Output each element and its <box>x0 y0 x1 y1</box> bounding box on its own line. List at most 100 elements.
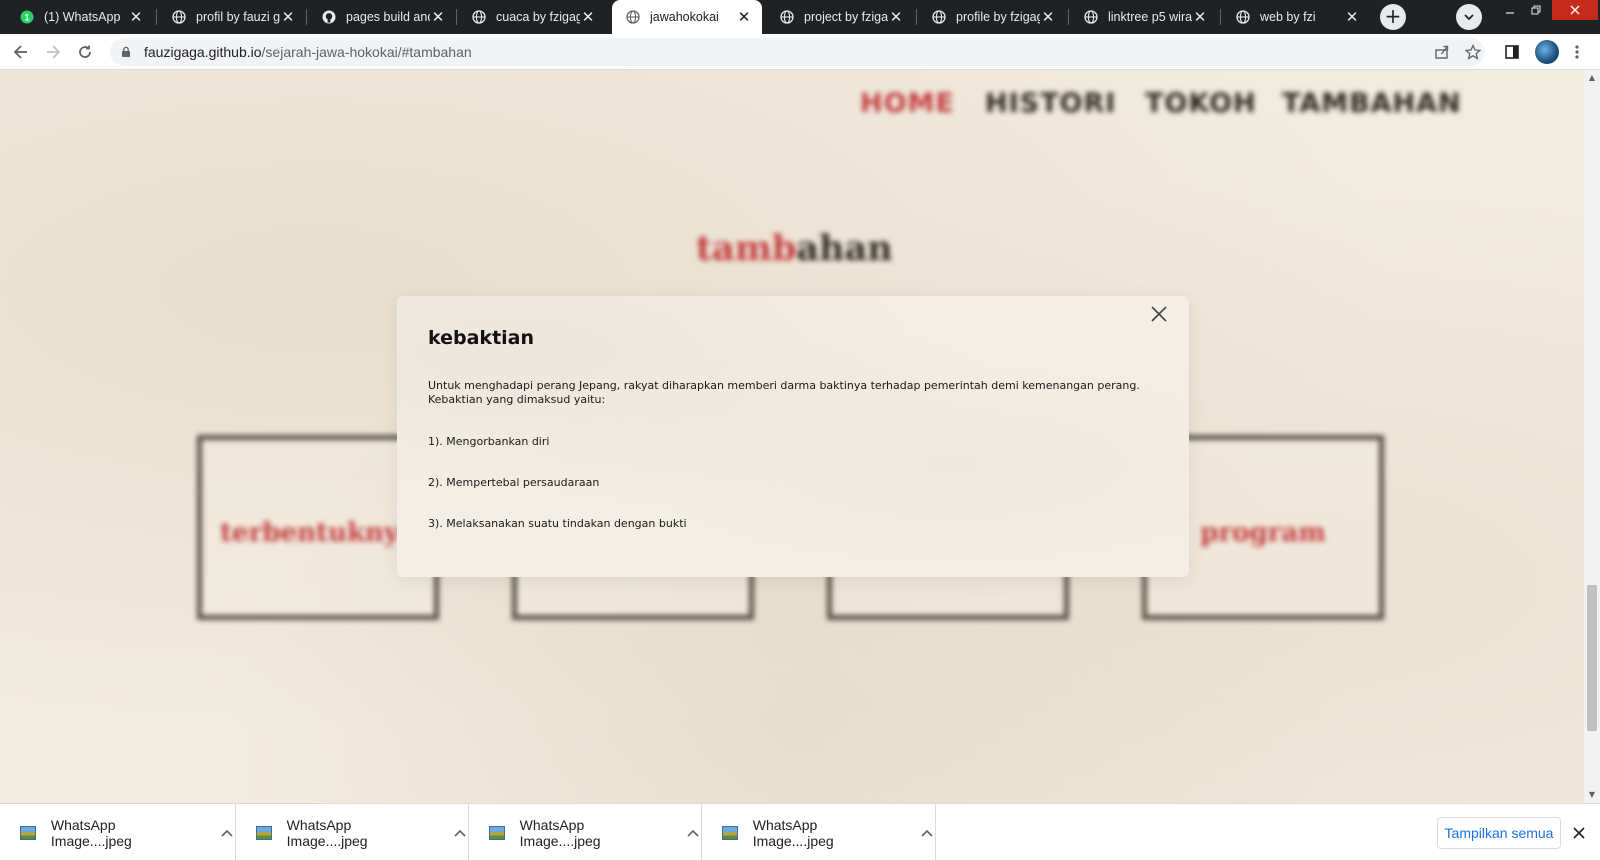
tab-close-icon[interactable]: ✕ <box>1040 9 1056 26</box>
close-icon <box>1573 827 1585 839</box>
globe-icon <box>1236 10 1250 24</box>
new-tab-button[interactable]: + <box>1380 4 1406 30</box>
tab-project[interactable]: project by fziga ✕ <box>766 0 914 34</box>
globe-icon <box>172 10 186 24</box>
minimize-button[interactable] <box>1497 0 1523 20</box>
reload-button[interactable] <box>74 41 96 63</box>
modal-description: Untuk menghadapi perang Jepang, rakyat d… <box>428 379 1140 406</box>
image-file-icon <box>722 825 738 840</box>
window-close-button[interactable] <box>1552 0 1598 20</box>
show-all-downloads-button[interactable]: Tampilkan semua <box>1437 817 1561 849</box>
modal-close-button[interactable] <box>1147 302 1171 326</box>
tab-pages-build[interactable]: pages build and ✕ <box>308 0 456 34</box>
nav-tokoh[interactable]: TOKOH <box>1145 88 1257 119</box>
tab-separator <box>306 9 307 25</box>
share-icon <box>1435 45 1449 59</box>
tab-web[interactable]: web by fzi ✕ <box>1222 0 1370 34</box>
scrollbar-thumb[interactable] <box>1587 585 1597 731</box>
profile-avatar[interactable] <box>1535 40 1559 64</box>
side-panel-icon <box>1505 45 1519 59</box>
page-scrollbar[interactable]: ▲ ▼ <box>1584 70 1600 803</box>
tab-whatsapp[interactable]: 1 (1) WhatsApp ✕ <box>6 0 154 34</box>
tab-separator <box>456 9 457 25</box>
browser-tab-strip: 1 (1) WhatsApp ✕ profil by fauzi ga ✕ pa… <box>0 0 1600 34</box>
image-file-icon <box>20 825 36 840</box>
close-download-bar-button[interactable] <box>1569 823 1589 843</box>
arrow-right-icon <box>47 45 61 59</box>
tab-close-icon[interactable]: ✕ <box>1192 9 1208 26</box>
tab-profile[interactable]: profile by fzigag ✕ <box>918 0 1066 34</box>
nav-tambahan[interactable]: TAMBAHAN <box>1282 88 1462 119</box>
tab-close-icon[interactable]: ✕ <box>128 9 144 26</box>
nav-histori[interactable]: HISTORI <box>985 88 1116 119</box>
tab-jawahokokai[interactable]: jawahokokai ✕ <box>612 0 762 34</box>
globe-icon <box>780 10 794 24</box>
globe-icon <box>626 10 640 24</box>
url-host: fauzigaga.github.io <box>144 44 262 60</box>
tab-close-icon[interactable]: ✕ <box>430 9 446 26</box>
more-vert-icon <box>1575 45 1579 59</box>
globe-icon <box>932 10 946 24</box>
forward-button[interactable] <box>42 41 64 63</box>
download-filename: WhatsApp Image....jpeg <box>50 816 132 849</box>
download-filename: WhatsApp Image....jpeg <box>752 816 834 849</box>
close-icon <box>1570 5 1580 15</box>
scroll-down-arrow-icon[interactable]: ▼ <box>1588 791 1596 799</box>
chevron-up-icon[interactable] <box>219 829 235 837</box>
download-item[interactable]: WhatsApp Image....jpeg <box>0 804 236 860</box>
tab-close-icon[interactable]: ✕ <box>580 9 596 26</box>
chevron-up-icon[interactable] <box>685 829 701 837</box>
globe-icon <box>472 10 486 24</box>
scroll-up-arrow-icon[interactable]: ▲ <box>1588 74 1596 82</box>
restore-button[interactable] <box>1523 0 1549 20</box>
chevron-down-icon <box>1464 14 1474 21</box>
side-panel-button[interactable] <box>1501 41 1523 63</box>
nav-home[interactable]: HOME <box>860 88 955 119</box>
minimize-icon <box>1506 12 1514 14</box>
tab-profil[interactable]: profil by fauzi ga ✕ <box>158 0 306 34</box>
kebaktian-modal: kebaktian Untuk menghadapi perang Jepang… <box>397 296 1189 577</box>
tab-search-button[interactable] <box>1456 4 1482 30</box>
page-viewport: HOME HISTORI TOKOH TAMBAHAN tambahan ter… <box>0 70 1584 803</box>
github-icon <box>322 10 336 24</box>
modal-list-item: 3). Melaksanakan suatu tindakan dengan b… <box>428 517 687 530</box>
browser-toolbar: fauzigaga.github.io/sejarah-jawa-hokokai… <box>0 34 1600 70</box>
arrow-left-icon <box>13 45 27 59</box>
tab-separator <box>916 9 917 25</box>
reload-icon <box>79 45 91 58</box>
download-filename: WhatsApp Image....jpeg <box>286 816 368 849</box>
tab-linktree[interactable]: linktree p5 wirau ✕ <box>1070 0 1218 34</box>
image-file-icon <box>489 825 505 840</box>
lock-icon <box>122 46 130 57</box>
modal-list-item: 1). Mengorbankan diri <box>428 435 550 448</box>
download-item[interactable]: WhatsApp Image....jpeg <box>236 804 469 860</box>
svg-text:1: 1 <box>24 13 29 23</box>
download-bar: WhatsApp Image....jpeg WhatsApp Image...… <box>0 803 1600 860</box>
download-filename: WhatsApp Image....jpeg <box>519 816 601 849</box>
globe-icon <box>1084 10 1098 24</box>
bookmark-button[interactable] <box>1462 41 1484 63</box>
close-icon <box>1151 306 1167 322</box>
whatsapp-icon: 1 <box>20 10 34 24</box>
tab-close-icon[interactable]: ✕ <box>888 9 904 26</box>
chevron-up-icon[interactable] <box>919 829 935 837</box>
modal-list-item: 2). Mempertebal persaudaraan <box>428 476 600 489</box>
star-icon <box>1465 44 1481 60</box>
section-title: tambahan <box>696 228 893 269</box>
share-button[interactable] <box>1431 41 1453 63</box>
url-path: /sejarah-jawa-hokokai/#tambahan <box>261 44 472 60</box>
download-item[interactable]: WhatsApp Image....jpeg <box>702 804 936 860</box>
tab-close-icon[interactable]: ✕ <box>280 9 296 26</box>
image-file-icon <box>256 825 272 840</box>
tab-close-icon[interactable]: ✕ <box>1344 9 1360 26</box>
tab-separator <box>156 9 157 25</box>
back-button[interactable] <box>10 41 32 63</box>
menu-button[interactable] <box>1566 41 1588 63</box>
tab-close-icon[interactable]: ✕ <box>736 9 752 26</box>
chevron-up-icon[interactable] <box>452 829 468 837</box>
address-bar[interactable]: fauzigaga.github.io/sejarah-jawa-hokokai… <box>110 38 1485 66</box>
restore-icon <box>1531 5 1541 15</box>
tab-cuaca[interactable]: cuaca by fzigaga ✕ <box>458 0 606 34</box>
tab-separator <box>1068 9 1069 25</box>
download-item[interactable]: WhatsApp Image....jpeg <box>469 804 702 860</box>
